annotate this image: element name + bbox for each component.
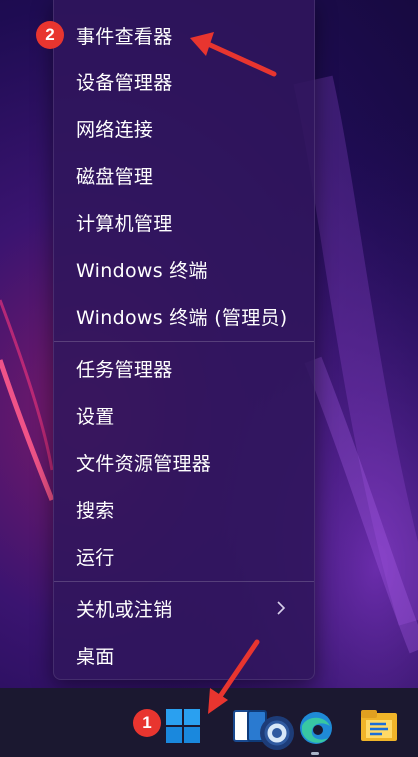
annotation-badge-1: 1 [133,709,161,737]
menu-item-disk-management[interactable]: 磁盘管理 [54,152,314,198]
menu-item-task-manager[interactable]: 任务管理器 [54,345,314,391]
menu-item-label: 运行 [76,546,115,569]
menu-separator [54,341,314,342]
menu-item-label: 任务管理器 [76,358,173,381]
menu-item-label: 桌面 [76,645,115,668]
menu-item-computer-management[interactable]: 计算机管理 [54,199,314,245]
menu-item-label: Windows 终端 (管理员) [76,306,288,329]
menu-item-label: 磁盘管理 [76,165,154,188]
menu-item-label: 设备管理器 [76,71,173,94]
menu-item-label: 计算机管理 [76,212,173,235]
chevron-right-icon [277,601,286,615]
winx-context-menu: 事件查看器 设备管理器 网络连接 磁盘管理 计算机管理 Windows 终端 W… [53,0,315,680]
menu-item-label: 文件资源管理器 [76,452,212,475]
menu-item-label: 网络连接 [76,118,154,141]
menu-item-windows-terminal-admin[interactable]: Windows 终端 (管理员) [54,293,314,339]
menu-item-event-viewer[interactable]: 事件查看器 [54,12,314,58]
menu-item-label: 搜索 [76,499,115,522]
menu-item-settings[interactable]: 设置 [54,392,314,438]
menu-separator [54,581,314,582]
menu-item-network-connections[interactable]: 网络连接 [54,105,314,151]
windows-start-icon[interactable] [165,708,201,744]
menu-item-search[interactable]: 搜索 [54,486,314,532]
menu-item-windows-terminal[interactable]: Windows 终端 [54,246,314,292]
menu-item-label: 设置 [76,405,115,428]
menu-item-desktop[interactable]: 桌面 [54,632,314,678]
search-icon[interactable] [258,714,296,752]
menu-item-run[interactable]: 运行 [54,533,314,579]
menu-item-shutdown-signout[interactable]: 关机或注销 [54,585,314,631]
file-explorer-icon[interactable] [360,708,398,744]
menu-item-label: 关机或注销 [76,598,173,621]
edge-icon[interactable] [298,710,334,746]
menu-item-file-explorer[interactable]: 文件资源管理器 [54,439,314,485]
taskbar [0,688,418,757]
menu-item-label: Windows 终端 [76,259,208,282]
annotation-badge-2: 2 [36,21,64,49]
menu-item-label: 事件查看器 [76,25,173,48]
active-app-indicator [311,752,319,755]
menu-item-device-manager[interactable]: 设备管理器 [54,58,314,104]
